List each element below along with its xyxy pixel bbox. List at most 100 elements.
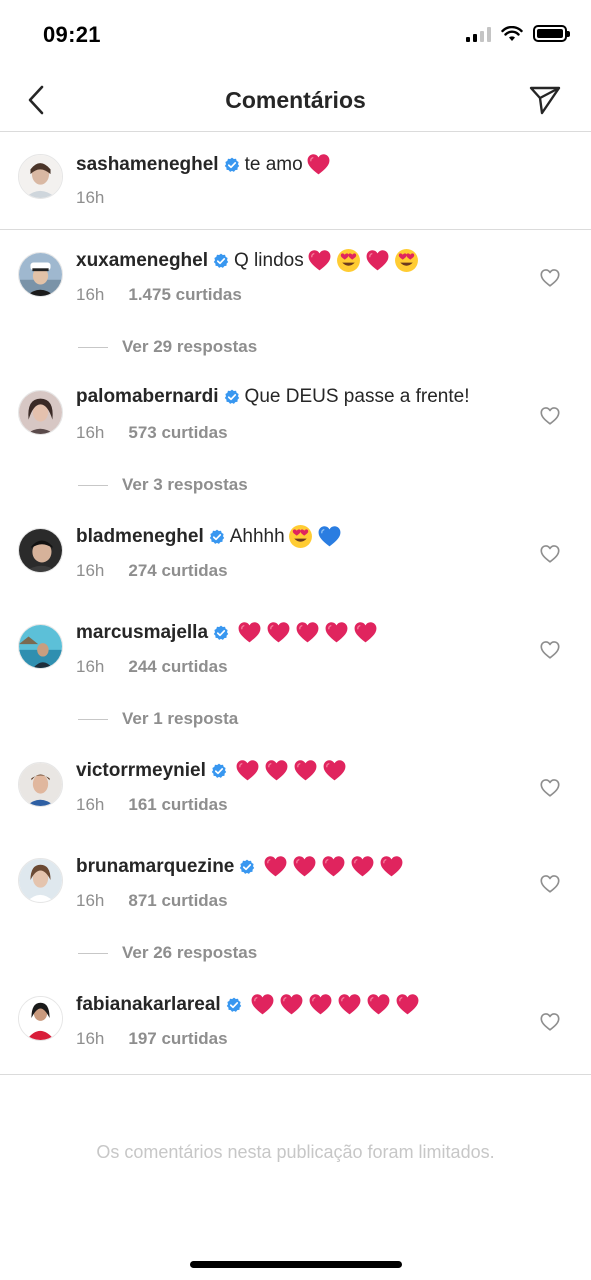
list-divider — [0, 1074, 591, 1075]
username[interactable]: bladmeneghel — [76, 526, 204, 548]
likes-count[interactable]: 1.475 curtidas — [128, 285, 241, 305]
red-heart-icon — [322, 758, 347, 783]
replies-divider — [78, 484, 108, 486]
timestamp: 16h — [76, 188, 105, 207]
username[interactable]: brunamarquezine — [76, 856, 234, 878]
like-heart-icon[interactable] — [539, 543, 561, 565]
avatar[interactable] — [18, 528, 63, 573]
like-heart-icon[interactable] — [539, 873, 561, 895]
username[interactable]: marcusmajella — [76, 622, 208, 644]
red-heart-icon — [295, 620, 320, 645]
comment-item: xuxameneghel Q lindos 16h 1.475 curtidas… — [0, 230, 591, 380]
likes-count[interactable]: 161 curtidas — [128, 795, 227, 815]
username[interactable]: victorrmeyniel — [76, 760, 206, 782]
comment-item: fabianakarlareal 16h 197 curtidas — [0, 974, 591, 1074]
verified-badge-icon — [226, 997, 242, 1013]
username[interactable]: xuxameneghel — [76, 250, 208, 272]
avatar[interactable] — [18, 858, 63, 903]
emoji-group — [263, 854, 404, 879]
timestamp: 16h — [76, 423, 105, 442]
replies-divider — [78, 346, 108, 348]
share-button[interactable] — [527, 82, 563, 118]
red-heart-icon — [250, 992, 275, 1017]
red-heart-icon — [237, 620, 262, 645]
like-heart-icon[interactable] — [539, 1011, 561, 1033]
replies-divider — [78, 718, 108, 720]
timestamp: 16h — [76, 1029, 105, 1048]
avatar[interactable] — [18, 762, 63, 807]
view-replies-label: Ver 26 respostas — [122, 943, 258, 962]
comment-meta: 16h 274 curtidas — [76, 561, 228, 581]
timestamp: 16h — [76, 795, 105, 814]
avatar[interactable] — [18, 390, 63, 435]
avatar[interactable] — [18, 624, 63, 669]
red-heart-icon — [379, 854, 404, 879]
status-icons — [466, 25, 570, 42]
comment-line: fabianakarlareal — [76, 992, 420, 1017]
red-heart-icon — [293, 758, 318, 783]
heart-eyes-emoji-icon — [336, 248, 361, 273]
view-replies-label: Ver 3 respostas — [122, 475, 248, 494]
battery-icon — [533, 25, 570, 42]
post-caption: sashameneghel te amo 16h — [0, 132, 591, 230]
timestamp: 16h — [76, 657, 105, 676]
likes-count[interactable]: 197 curtidas — [128, 1029, 227, 1049]
view-replies-link[interactable]: Ver 3 respostas — [78, 475, 248, 495]
emoji-group — [250, 992, 420, 1017]
emoji-group — [288, 524, 342, 549]
comment-text: te amo — [244, 153, 303, 175]
comment-item: brunamarquezine 16h 871 curtidas Ver 26 … — [0, 836, 591, 986]
like-heart-icon[interactable] — [539, 777, 561, 799]
comment-line: marcusmajella — [76, 620, 378, 645]
heart-eyes-emoji-icon — [394, 248, 419, 273]
comment-item: victorrmeyniel 16h 161 curtidas — [0, 740, 591, 836]
red-heart-icon — [308, 992, 333, 1017]
likes-count[interactable]: 274 curtidas — [128, 561, 227, 581]
username[interactable]: palomabernardi — [76, 386, 219, 408]
comment-item: bladmeneghel Ahhhh 16h 274 curtidas — [0, 506, 591, 602]
like-heart-icon[interactable] — [539, 267, 561, 289]
emoji-group — [237, 620, 378, 645]
likes-count[interactable]: 573 curtidas — [128, 423, 227, 443]
comment-line: palomabernardi Que DEUS passe a frente! — [76, 386, 470, 408]
status-bar: 09:21 — [0, 0, 591, 70]
red-heart-icon — [337, 992, 362, 1017]
comment-meta: 16h 244 curtidas — [76, 657, 228, 677]
emoji-group — [235, 758, 347, 783]
home-indicator[interactable] — [190, 1261, 402, 1268]
red-heart-icon — [353, 620, 378, 645]
view-replies-link[interactable]: Ver 29 respostas — [78, 337, 257, 357]
likes-count[interactable]: 244 curtidas — [128, 657, 227, 677]
view-replies-link[interactable]: Ver 26 respostas — [78, 943, 257, 963]
red-heart-icon — [292, 854, 317, 879]
paper-plane-icon — [529, 86, 561, 115]
avatar[interactable] — [18, 252, 63, 297]
view-replies-label: Ver 29 respostas — [122, 337, 258, 356]
red-heart-icon — [266, 620, 291, 645]
avatar[interactable] — [18, 996, 63, 1041]
like-heart-icon[interactable] — [539, 639, 561, 661]
verified-badge-icon — [211, 763, 227, 779]
comment-meta: 16h 1.475 curtidas — [76, 285, 242, 305]
wifi-icon — [501, 25, 523, 41]
avatar[interactable] — [18, 154, 63, 199]
username[interactable]: fabianakarlareal — [76, 994, 221, 1016]
username[interactable]: sashameneghel — [76, 154, 219, 176]
red-heart-icon — [350, 854, 375, 879]
verified-badge-icon — [239, 859, 255, 875]
verified-badge-icon — [213, 253, 229, 269]
blue-heart-icon — [317, 524, 342, 549]
red-heart-icon — [395, 992, 420, 1017]
verified-badge-icon — [224, 157, 240, 173]
comment-line: victorrmeyniel — [76, 758, 347, 783]
red-heart-icon — [366, 992, 391, 1017]
red-heart-icon — [321, 854, 346, 879]
red-heart-icon — [264, 758, 289, 783]
status-time: 09:21 — [43, 22, 101, 47]
comment-meta: 16h 161 curtidas — [76, 795, 228, 815]
likes-count[interactable]: 871 curtidas — [128, 891, 227, 911]
emoji-group — [307, 248, 419, 273]
view-replies-link[interactable]: Ver 1 resposta — [78, 709, 238, 729]
like-heart-icon[interactable] — [539, 405, 561, 427]
timestamp: 16h — [76, 561, 105, 580]
